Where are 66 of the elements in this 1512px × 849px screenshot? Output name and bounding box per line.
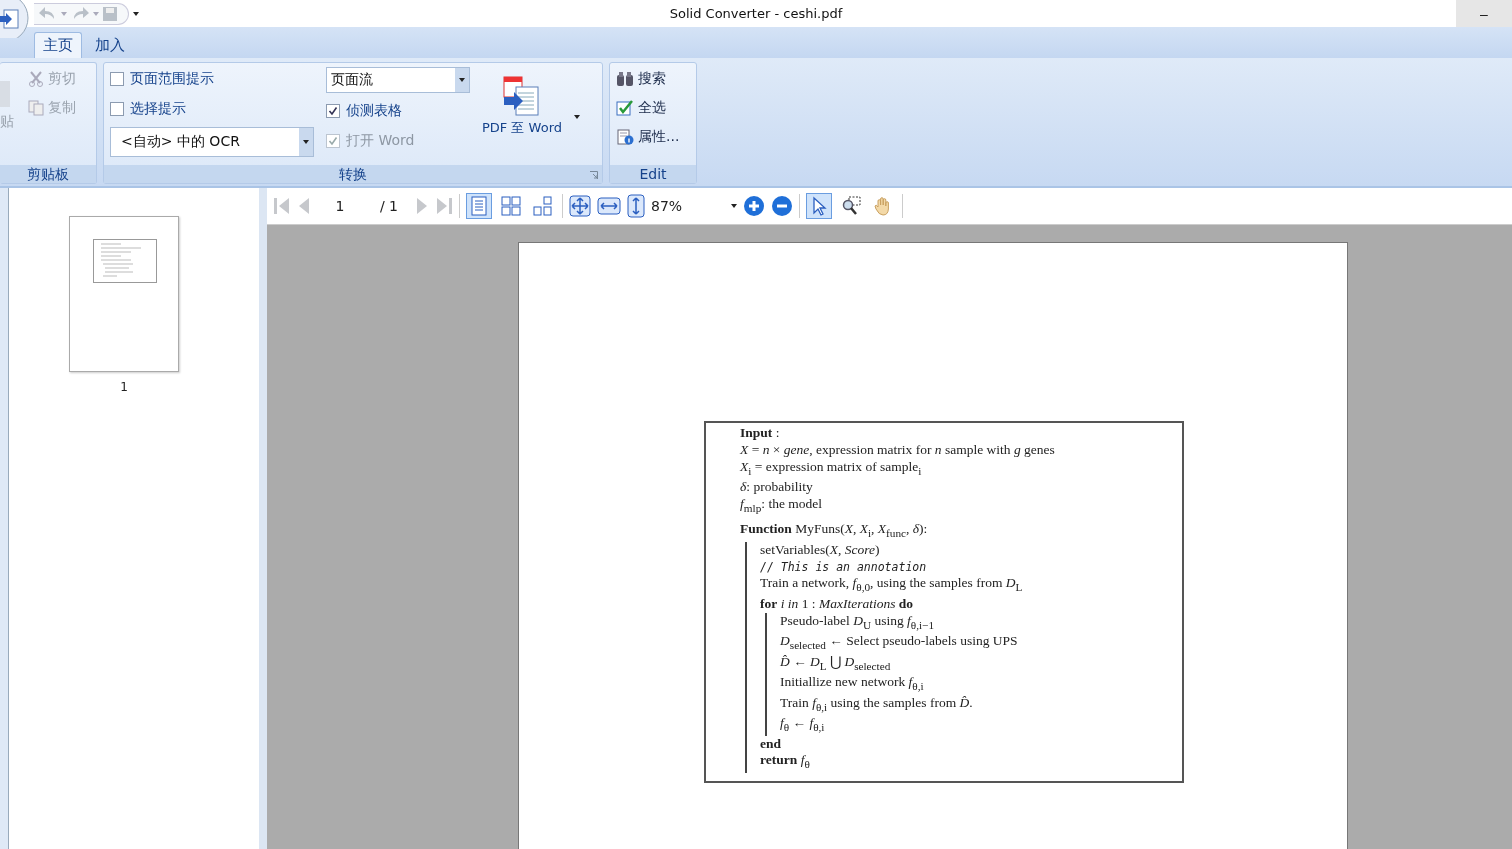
group-label: 转换 bbox=[104, 165, 602, 183]
zoom-out-icon[interactable] bbox=[771, 195, 793, 217]
ribbon-tab[interactable]: 主页 bbox=[34, 32, 82, 58]
algorithm-line: D̂ ← D$_{L}$ ⋃ D$_{selected}$ bbox=[780, 653, 892, 674]
last-page-icon[interactable] bbox=[435, 196, 453, 216]
algorithm-line: Train f$_{θ,i}$ using the samples from D̂. bbox=[780, 694, 974, 715]
algorithm-line: for i in 1 : MaxIterations do bbox=[760, 595, 915, 613]
properties-icon bbox=[616, 128, 634, 145]
ribbon-tab[interactable]: 加入 bbox=[86, 32, 134, 58]
algorithm-line: f$_{mlp}$: the model bbox=[740, 495, 824, 516]
edit-button[interactable]: 搜索 bbox=[616, 67, 690, 90]
scissors-icon bbox=[28, 70, 44, 87]
group-label: 剪贴板 bbox=[0, 165, 96, 183]
group-label: Edit bbox=[610, 165, 696, 183]
checkbox-label: 选择提示 bbox=[130, 100, 186, 118]
dropdown-arrow-icon[interactable] bbox=[574, 115, 580, 119]
checkmark-icon bbox=[616, 99, 634, 116]
pdf-to-word-button[interactable]: PDF 至 Word bbox=[482, 67, 562, 137]
edit-button[interactable]: 属性... bbox=[616, 125, 690, 148]
algorithm-line: X = n × gene, expression matrix for n sample with g genes bbox=[740, 441, 1056, 459]
ocr-dropdown[interactable]: <自动> 中的 OCR bbox=[110, 127, 314, 157]
algorithm-line: return f$_{θ}$ bbox=[760, 752, 811, 773]
previous-page-icon[interactable] bbox=[297, 196, 311, 216]
checkbox-label: 打开 Word bbox=[346, 132, 415, 150]
fit-height-icon[interactable] bbox=[627, 194, 645, 218]
pointer-icon[interactable] bbox=[806, 193, 832, 219]
fit-page-icon[interactable] bbox=[569, 195, 591, 217]
thumbnail-preview-drawing bbox=[93, 239, 157, 283]
algorithm-line: Input : bbox=[740, 425, 781, 442]
grid-pages-icon[interactable] bbox=[498, 193, 524, 219]
code-comment: // This is an annotation bbox=[760, 558, 928, 576]
copy-icon bbox=[28, 99, 44, 116]
minimize-button[interactable]: – bbox=[1456, 0, 1512, 27]
algorithm-line: setVariables(X, Score) bbox=[760, 541, 881, 559]
checkbox-label: 侦测表格 bbox=[346, 102, 402, 120]
pdf-to-word-icon bbox=[502, 75, 542, 119]
checkbox-label: 页面范围提示 bbox=[130, 70, 214, 88]
single-page-icon[interactable] bbox=[466, 193, 492, 219]
mode-dropdown[interactable]: 页面流 bbox=[326, 67, 470, 93]
checkbox[interactable] bbox=[110, 72, 124, 86]
algorithm-line: end bbox=[760, 735, 782, 753]
algorithm-line: Pseudo-label D$_{U}$ using f$_{θ,i−1}$ bbox=[780, 612, 936, 633]
zoom-dropdown[interactable]: 87% bbox=[651, 198, 737, 214]
page-total: / 1 bbox=[378, 198, 400, 214]
fit-width-icon[interactable] bbox=[597, 196, 621, 216]
next-page-icon[interactable] bbox=[415, 196, 429, 216]
checkbox[interactable] bbox=[326, 104, 340, 118]
customize-arrow-icon[interactable] bbox=[133, 11, 139, 16]
algorithm-line: Train a network, f$_{θ,0}$, using the samples from D$_{L}$ bbox=[760, 575, 1024, 596]
binoculars-icon bbox=[616, 70, 634, 87]
algorithm-line: Initiallize new network f$_{θ,i}$ bbox=[780, 674, 925, 694]
algorithm-line: D$_{selected}$ ← Select pseudo-labels using UPS bbox=[780, 633, 1019, 653]
algorithm-line: δ: probability bbox=[740, 479, 814, 496]
window-title: Solid Converter - ceshi.pdf bbox=[669, 6, 843, 21]
zoom-in-icon[interactable] bbox=[743, 195, 765, 217]
edit-button[interactable]: 全选 bbox=[616, 96, 690, 119]
algorithm-line: f$_{θ}$ ← f$_{θ,i}$ bbox=[780, 715, 826, 735]
algorithm-line: Function MyFuns(X, X$_{i}$, X$_{func}$, δ): bbox=[740, 521, 929, 542]
algorithm-line: X$_{i}$ = expression matrix of sample$_{i}$ bbox=[740, 458, 923, 479]
dialog-launcher-icon[interactable] bbox=[590, 171, 598, 179]
page-number-field[interactable]: 1 bbox=[317, 198, 363, 214]
save-icon[interactable] bbox=[102, 5, 118, 22]
first-page-icon[interactable] bbox=[273, 196, 291, 216]
checkbox[interactable] bbox=[110, 102, 124, 116]
page-thumbnail[interactable] bbox=[69, 216, 179, 372]
thumbnail-label: 1 bbox=[120, 380, 128, 394]
